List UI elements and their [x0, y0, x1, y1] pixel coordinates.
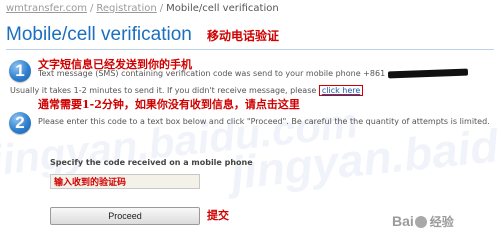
code-field-label: Specify the code received on a mobile ph… [50, 158, 253, 167]
submit-annotation: 提交 [207, 209, 229, 222]
breadcrumb-registration-link[interactable]: Registration [96, 3, 156, 14]
click-here-link[interactable]: click here [318, 85, 364, 96]
resend-text: Usually it takes 1-2 minutes to send it.… [10, 86, 317, 95]
sms-sent-message: Text message (SMS) containing verificati… [38, 68, 469, 79]
breadcrumb-separator: / [159, 3, 164, 14]
resend-annotation: 通常需要1-2分钟，如果你没有收到信息，请点击这里 [38, 98, 300, 111]
phone-number-redaction [388, 68, 469, 79]
page-title-row: Mobile/cell verification 移动电话验证 [6, 24, 279, 46]
baidu-jingyan-logo: Bai 经验 [392, 213, 454, 230]
page-title-annotation: 移动电话验证 [206, 29, 279, 43]
baidu-logo-suffix: 经验 [429, 215, 454, 229]
step-two-badge-icon: 2 [9, 112, 31, 134]
breadcrumb: wmtransfer.com / Registration / Mobile/cell … [6, 3, 279, 14]
baidu-logo-text: Bai [392, 213, 414, 229]
title-divider [6, 49, 494, 50]
step-one-badge-icon: 1 [9, 60, 31, 82]
breadcrumb-current: Mobile/cell verification [166, 3, 279, 14]
breadcrumb-site-link[interactable]: wmtransfer.com [6, 3, 87, 14]
paw-icon [414, 216, 427, 229]
proceed-button[interactable]: Proceed [50, 207, 200, 225]
sms-sent-text: Text message (SMS) containing verificati… [38, 69, 386, 78]
verification-code-input[interactable] [50, 174, 200, 189]
page-title: Mobile/cell verification [6, 24, 192, 45]
resend-message: Usually it takes 1-2 minutes to send it.… [10, 85, 364, 96]
breadcrumb-separator: / [90, 3, 94, 14]
enter-code-instruction: Please enter this code to a text box bel… [38, 117, 490, 126]
